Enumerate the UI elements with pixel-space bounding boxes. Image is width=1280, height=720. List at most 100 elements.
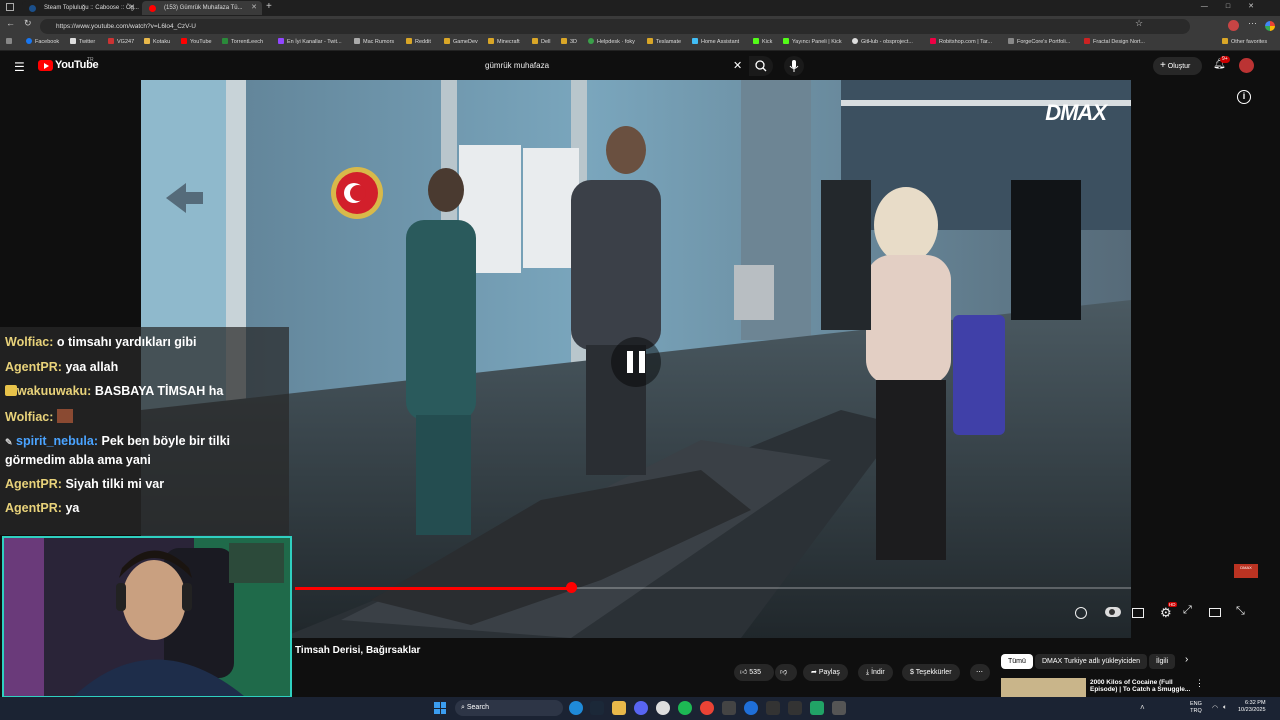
bookmark-vg247[interactable]: VG247 bbox=[108, 38, 134, 45]
edge-icon[interactable] bbox=[569, 701, 583, 715]
bookmark-kotaku[interactable]: Kotaku bbox=[144, 38, 170, 45]
bookmark-gamedev[interactable]: GameDev bbox=[444, 38, 478, 45]
chat-message: Wolfiac: bbox=[5, 409, 73, 424]
miniplayer-icon[interactable]: ⤢ bbox=[1183, 604, 1192, 617]
chat-message: Wolfiac: o timsahı yardıkları gibi bbox=[5, 335, 197, 349]
chip-from-uploader[interactable]: DMAX Turkiye adlı yükleyiciden bbox=[1035, 654, 1148, 669]
more-actions-button[interactable]: ⋯ bbox=[970, 664, 990, 681]
like-count: 535 bbox=[749, 669, 761, 676]
address-bar[interactable]: https://www.youtube.com/watch?v=L6lo4_Cz… bbox=[40, 19, 1190, 34]
tray-chevron-icon[interactable]: ˄ bbox=[1140, 703, 1145, 712]
progress-scrubber[interactable] bbox=[565, 582, 577, 593]
info-icon[interactable]: i bbox=[1237, 90, 1251, 104]
steam-icon[interactable] bbox=[590, 701, 604, 715]
chip-all[interactable]: Tümü bbox=[1001, 654, 1033, 669]
create-button[interactable]: + Oluştur bbox=[1153, 57, 1202, 75]
pause-button[interactable] bbox=[611, 337, 661, 387]
chat-message: wakuuwaku: BASBAYA TİMSAH ha bbox=[5, 384, 223, 398]
bookmarks-icon[interactable] bbox=[6, 38, 15, 45]
bookmark-3d[interactable]: 3D bbox=[561, 38, 577, 45]
thanks-button[interactable]: $ Teşekkürler bbox=[902, 664, 960, 681]
new-tab-button[interactable]: + bbox=[266, 1, 272, 12]
bookmark-macrumors[interactable]: Mac Rumors bbox=[354, 38, 394, 45]
extension-icon[interactable] bbox=[1265, 21, 1275, 31]
window-controls[interactable]: —□✕ bbox=[1201, 2, 1272, 10]
volume-icon[interactable]: 🔈︎ bbox=[1223, 704, 1227, 712]
discord-icon[interactable] bbox=[634, 701, 648, 715]
browser-icon[interactable] bbox=[744, 701, 758, 715]
download-icon: ⤓ bbox=[866, 669, 870, 676]
bookmark-home-assistant[interactable]: Home Assistant bbox=[692, 38, 739, 45]
account-avatar[interactable] bbox=[1239, 58, 1254, 73]
star-icon[interactable]: ☆ bbox=[1135, 18, 1143, 29]
chevron-right-icon[interactable]: › bbox=[1185, 654, 1188, 665]
bookmark-robitshop[interactable]: Robitshop.com | Tar... bbox=[930, 38, 992, 45]
menu-icon[interactable]: ⋯ bbox=[1248, 18, 1257, 29]
recommended-thumbnail[interactable] bbox=[1001, 678, 1086, 697]
ambient-icon[interactable] bbox=[1075, 607, 1087, 619]
bookmark-minecraft[interactable]: Minecraft bbox=[488, 38, 520, 45]
voice-search-button[interactable] bbox=[784, 56, 804, 76]
bookmark-teslamate[interactable]: Teslamate bbox=[647, 38, 681, 45]
bookmark-twitch[interactable]: En İyi Kanallar - Twit... bbox=[278, 38, 342, 45]
browser-tab-steam[interactable]: Steam Topluluğu :: Caboose :: Ög... ✕ bbox=[22, 1, 140, 15]
settings-gear-icon[interactable]: ⚙ bbox=[1160, 605, 1172, 621]
file-explorer-icon[interactable] bbox=[612, 701, 626, 715]
bookmark-dell[interactable]: Dell bbox=[532, 38, 550, 45]
subtitles-icon[interactable] bbox=[1132, 608, 1144, 618]
tab-actions-icon[interactable] bbox=[6, 3, 14, 11]
clear-search-icon[interactable]: ✕ bbox=[733, 59, 742, 72]
reload-icon[interactable]: ↻ bbox=[24, 18, 32, 29]
chip-related[interactable]: İlgili bbox=[1149, 654, 1176, 669]
download-button[interactable]: ⤓ İndir bbox=[858, 664, 893, 681]
bookmark-forgecore[interactable]: ForgeCore's Portfoli... bbox=[1008, 38, 1070, 45]
browser-tab-youtube[interactable]: (153) Gümrük Muhafaza Tü... ✕ bbox=[142, 1, 262, 15]
notification-count-badge: 9+ bbox=[1220, 56, 1230, 63]
input-language[interactable]: ENG TRQ bbox=[1190, 701, 1202, 715]
app-icon[interactable] bbox=[832, 701, 846, 715]
bookmark-facebook[interactable]: Facebook bbox=[26, 38, 59, 45]
profile-avatar[interactable] bbox=[1228, 20, 1239, 31]
bookmark-helpdesk[interactable]: Helpdesk · foky bbox=[588, 38, 635, 45]
bookmark-kick[interactable]: Kick bbox=[753, 38, 772, 45]
webcam-image bbox=[4, 538, 290, 696]
search-button[interactable] bbox=[749, 56, 773, 76]
fullscreen-icon[interactable]: ⤡ bbox=[1236, 605, 1245, 618]
microphone-icon bbox=[789, 60, 799, 72]
chat-message: AgentPR: ya bbox=[5, 501, 80, 515]
taskbar-search[interactable]: ⌕ Search bbox=[455, 700, 563, 716]
theater-mode-icon[interactable] bbox=[1209, 608, 1221, 617]
bookmark-kick-dashboard[interactable]: Yayıncı Paneli | Kick bbox=[783, 38, 842, 45]
bookmark-torrentleech[interactable]: TorrentLeech bbox=[222, 38, 263, 45]
bookmark-youtube[interactable]: YouTube bbox=[181, 38, 212, 45]
windows-start-icon[interactable] bbox=[434, 702, 446, 714]
recommended-title[interactable]: 2000 Kilos of Cocaine (Full Episode) | T… bbox=[1090, 679, 1190, 693]
bookmark-reddit[interactable]: Reddit bbox=[406, 38, 431, 45]
search-input[interactable]: gümrük muhafaza bbox=[478, 56, 748, 76]
other-bookmarks-folder[interactable]: Other favorites bbox=[1222, 38, 1267, 45]
close-icon[interactable]: ✕ bbox=[129, 1, 135, 15]
excel-icon[interactable] bbox=[810, 701, 824, 715]
share-button[interactable]: ➦ Paylaş bbox=[803, 664, 848, 681]
app-icon[interactable] bbox=[722, 701, 736, 715]
obs-icon[interactable] bbox=[656, 701, 670, 715]
video-menu-icon[interactable]: ⋮ bbox=[1195, 678, 1204, 689]
like-button[interactable]: 👍︎ 535 bbox=[734, 664, 774, 681]
bookmark-github[interactable]: GitHub - obsproject... bbox=[852, 38, 913, 45]
wifi-icon[interactable]: ◠ bbox=[1212, 704, 1218, 712]
emote-icon bbox=[56, 409, 73, 423]
hamburger-menu-icon[interactable]: ☰ bbox=[14, 60, 25, 74]
close-icon[interactable]: ✕ bbox=[251, 1, 257, 15]
youtube-logo-icon[interactable] bbox=[38, 60, 53, 71]
app-icon[interactable] bbox=[788, 701, 802, 715]
chrome-icon[interactable] bbox=[700, 701, 714, 715]
app-icon[interactable] bbox=[766, 701, 780, 715]
back-icon[interactable]: ← bbox=[6, 18, 15, 28]
bookmark-twitter[interactable]: Twitter bbox=[70, 38, 95, 45]
dislike-button[interactable]: 👎︎ bbox=[775, 664, 797, 681]
spotify-icon[interactable] bbox=[678, 701, 692, 715]
autoplay-toggle[interactable] bbox=[1105, 607, 1121, 617]
clock-time: 6:32 PM bbox=[1245, 700, 1266, 706]
bookmark-fractal[interactable]: Fractal Design Nort... bbox=[1084, 38, 1145, 45]
clock[interactable]: 6:32 PM 10/23/2025 bbox=[1238, 700, 1266, 714]
